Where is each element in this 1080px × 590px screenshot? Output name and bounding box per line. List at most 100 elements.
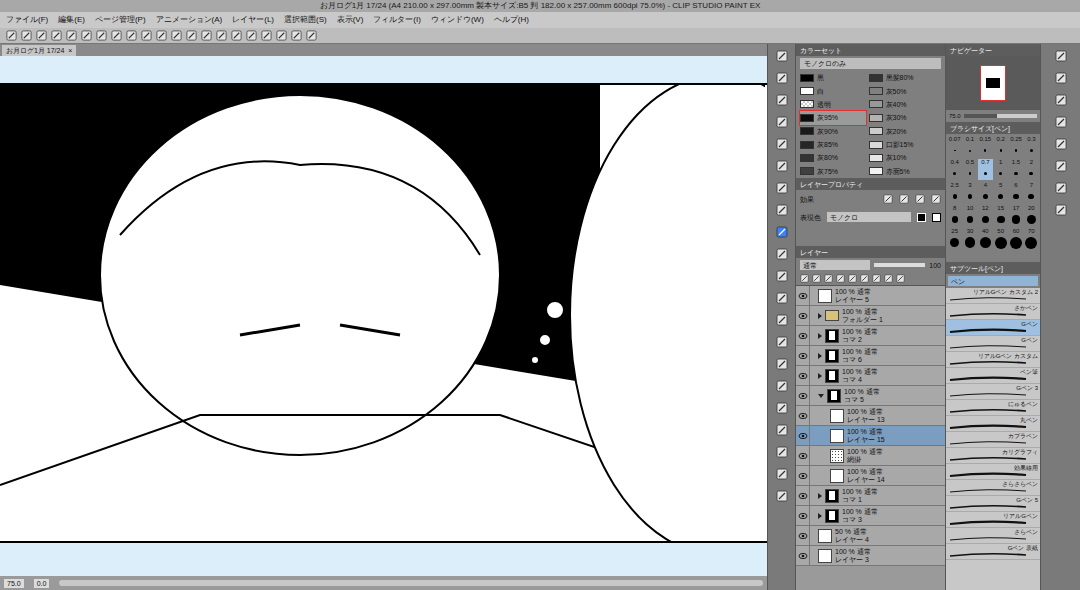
sub-tool-item[interactable]: Gペン [946,336,1040,352]
color-item[interactable]: 灰40% [869,98,942,111]
brush-size-item[interactable]: 10 [962,205,977,226]
snap-icon[interactable] [246,30,257,41]
fill-icon[interactable] [156,30,167,41]
color-item[interactable]: 赤面5% [869,165,942,178]
color-item[interactable]: 灰30% [869,111,942,124]
tool-icon[interactable] [776,490,788,502]
color-item[interactable]: 灰80% [800,151,866,164]
tool-icon[interactable] [776,424,788,436]
tool-icon[interactable] [776,138,788,150]
eye-icon[interactable] [798,352,808,360]
tool-icon[interactable] [776,50,788,62]
tool-icon[interactable] [776,292,788,304]
eye-icon[interactable] [798,412,808,420]
color-item[interactable]: 白 [800,84,866,97]
expression-color-select[interactable]: モノクロ [827,212,911,222]
layer-action-icon[interactable] [800,274,809,283]
tool-icon[interactable] [776,402,788,414]
effect-icon[interactable] [915,194,925,204]
effect-icon[interactable] [931,194,941,204]
eye-icon[interactable] [798,472,808,480]
menu-item[interactable]: フィルター(I) [373,15,421,25]
layer-row[interactable]: 100 % 通常コマ 4 [796,366,945,386]
tool-icon[interactable] [1055,50,1067,62]
layer-row[interactable]: 100 % 通常コマ 2 [796,326,945,346]
cap-icon[interactable] [291,30,302,41]
menu-item[interactable]: ウィンドウ(W) [431,15,484,25]
sub-tool-item[interactable]: ペン筆 [946,368,1040,384]
brush-size-item[interactable]: 0.3 [1024,136,1039,157]
tool-icon[interactable] [776,94,788,106]
brush-size-item[interactable]: 8 [947,205,962,226]
brush-size-item[interactable]: 0.1 [962,136,977,157]
tool-icon[interactable] [776,116,788,128]
color-item[interactable]: 灰20% [869,125,942,138]
snap3-icon[interactable] [276,30,287,41]
collapsed-icon[interactable] [818,493,822,499]
layer-row[interactable]: 100 % 通常コマ 5 [796,386,945,406]
fit-icon[interactable] [96,30,107,41]
layer-row[interactable]: 100 % 通常コマ 1 [796,486,945,506]
snap2-icon[interactable] [261,30,272,41]
color-item[interactable]: 灰50% [869,84,942,97]
document-tab[interactable]: お月ログ1月 17/24× [2,45,76,56]
collapsed-icon[interactable] [818,513,822,519]
eye-icon[interactable] [798,332,808,340]
layer-row[interactable]: 100 % 通常フォルダー 1 [796,306,945,326]
sub-tool-item[interactable]: 効果線用 [946,464,1040,480]
tool-icon[interactable] [776,336,788,348]
brush-size-item[interactable]: 30 [962,228,977,249]
brush-size-item[interactable]: 25 [947,228,962,249]
app-icon[interactable] [6,30,17,41]
tool-icon[interactable] [1055,160,1067,172]
collapsed-icon[interactable] [818,353,822,359]
menu-item[interactable]: 編集(E) [58,15,85,25]
layer-row[interactable]: 100 % 通常コマ 3 [796,506,945,526]
eye-icon[interactable] [798,532,808,540]
color-item[interactable]: 黒髪80% [869,71,942,84]
brush-size-item[interactable]: 7 [1024,182,1039,203]
sub-tool-item[interactable]: Gペン 3 [946,384,1040,400]
tab-close[interactable]: × [68,46,72,55]
tool-icon[interactable] [1055,182,1067,194]
sub-tool-item[interactable]: カブラペン [946,432,1040,448]
brush-size-item[interactable]: 2.5 [947,182,962,203]
transform-icon[interactable] [141,30,152,41]
clear-icon[interactable] [186,30,197,41]
layer-action-icon[interactable] [884,274,893,283]
sub-tool-item[interactable]: Gペン 表紙 [946,544,1040,560]
sub-tool-item[interactable]: リアルGペン カスタム [946,352,1040,368]
tool-icon[interactable] [776,380,788,392]
brush-size-item[interactable]: 4 [978,182,993,203]
color-item[interactable]: 黒 [800,71,866,84]
layer-row[interactable]: 50 % 通常レイヤー 4 [796,526,945,546]
canvas[interactable] [0,56,767,576]
menu-item[interactable]: 選択範囲(S) [284,15,327,25]
menu-item[interactable]: ページ管理(P) [95,15,146,25]
brush-size-item[interactable]: 1 [993,159,1008,180]
brush-size-item[interactable]: 0.5 [962,159,977,180]
brush-size-item[interactable]: 3 [962,182,977,203]
brush-size-item[interactable]: 60 [1008,228,1023,249]
zoom-slider[interactable] [964,114,1037,118]
layer-action-icon[interactable] [824,274,833,283]
sub-tool-item[interactable]: さかペン [946,304,1040,320]
opacity-slider[interactable] [874,263,925,267]
tool-icon[interactable] [776,72,788,84]
tool-icon[interactable] [1055,138,1067,150]
collapsed-icon[interactable] [818,333,822,339]
open-icon[interactable] [36,30,47,41]
sub-tool-item[interactable]: Gペン 5 [946,496,1040,512]
brush-size-item[interactable]: 0.15 [978,136,993,157]
layer-row[interactable]: 100 % 通常レイヤー 5 [796,286,945,306]
tool-icon[interactable] [1055,116,1067,128]
color-item[interactable]: 灰95% [800,111,866,124]
tool-icon[interactable] [776,160,788,172]
ruler-icon[interactable] [231,30,242,41]
eye-icon[interactable] [798,492,808,500]
scrollbar[interactable] [59,580,763,586]
collapsed-icon[interactable] [818,373,822,379]
brush-size-item[interactable]: 40 [978,228,993,249]
layer-row[interactable]: 100 % 通常レイヤー 3 [796,546,945,566]
select-icon[interactable] [201,30,212,41]
